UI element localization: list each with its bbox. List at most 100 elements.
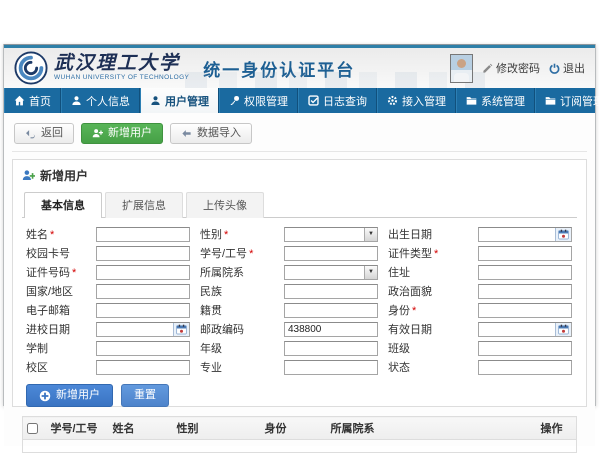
nav-item-home[interactable]: 首页: [4, 88, 61, 113]
calendar-icon[interactable]: [173, 323, 189, 336]
political-status-input[interactable]: [479, 285, 571, 298]
data-import-button[interactable]: 数据导入: [170, 123, 252, 144]
birth-date-input[interactable]: [479, 228, 555, 241]
major-input[interactable]: [285, 361, 377, 374]
home-icon: [14, 95, 25, 106]
identity-input[interactable]: [479, 304, 571, 317]
back-button[interactable]: 返回: [14, 123, 74, 144]
page-header: 武汉理工大学 WUHAN UNIVERSITY OF TECHNOLOGY 统一…: [4, 48, 595, 88]
table-empty-row: [23, 440, 577, 453]
campus-card-input[interactable]: [97, 247, 189, 260]
campus-input[interactable]: [97, 361, 189, 374]
table-header-5: 操作: [537, 417, 577, 440]
toolbar-add-user-button[interactable]: 新增用户: [81, 123, 163, 144]
campus-label: 校区: [26, 359, 86, 375]
major-field: [284, 360, 378, 375]
postal-code-label: 邮政编码: [200, 321, 274, 337]
plus-circle-icon: [39, 390, 51, 402]
class-field: [478, 341, 572, 356]
nav-item-label: 系统管理: [481, 93, 525, 109]
country-region-field: [96, 284, 190, 299]
folder-icon: [466, 95, 477, 106]
select-all-checkbox[interactable]: [27, 423, 38, 434]
import-arrow-icon: [181, 128, 192, 139]
class-input[interactable]: [479, 342, 571, 355]
table-header-2: 性别: [173, 417, 261, 440]
email-input[interactable]: [97, 304, 189, 317]
enroll-date-input[interactable]: [97, 323, 173, 336]
pencil-icon: [482, 63, 493, 74]
ethnicity-input[interactable]: [285, 285, 377, 298]
department-select: ▼: [284, 265, 378, 280]
gender-input[interactable]: [285, 228, 364, 241]
id-type-input[interactable]: [479, 247, 571, 260]
valid-date-input[interactable]: [479, 323, 555, 336]
id-number-input[interactable]: [97, 266, 189, 279]
nav-item-system-mgmt[interactable]: 系统管理: [456, 88, 535, 113]
nav-item-log-query[interactable]: 日志查询: [298, 88, 377, 113]
major-label: 专业: [200, 359, 274, 375]
user-avatar: [450, 54, 473, 83]
form-tabs: 基本信息扩展信息上传头像: [22, 191, 577, 218]
table-header-3: 身份: [261, 417, 327, 440]
browser-page: 武汉理工大学 WUHAN UNIVERSITY OF TECHNOLOGY 统一…: [3, 44, 596, 406]
tab-extended-info[interactable]: 扩展信息: [105, 192, 183, 218]
native-place-input[interactable]: [285, 304, 377, 317]
grade-field: [284, 341, 378, 356]
birth-date-date: [478, 227, 572, 242]
native-place-field: [284, 303, 378, 318]
log-icon: [308, 95, 319, 106]
chevron-down-icon[interactable]: ▼: [364, 266, 377, 279]
student-id-input[interactable]: [285, 247, 377, 260]
chevron-down-icon[interactable]: ▼: [364, 228, 377, 241]
id-number-label: 证件号码*: [26, 264, 86, 280]
identity-label: 身份*: [388, 302, 468, 318]
status-field: [478, 360, 572, 375]
nav-item-permission-mgmt[interactable]: 权限管理: [219, 88, 298, 113]
submit-add-user-button[interactable]: 新增用户: [26, 384, 113, 407]
birth-date-label: 出生日期: [388, 226, 468, 242]
campus-card-field: [96, 246, 190, 261]
nav-item-user-mgmt[interactable]: 用户管理: [140, 88, 219, 113]
postal-code-input[interactable]: [285, 323, 377, 336]
nav-item-label: 日志查询: [323, 93, 367, 109]
ethnicity-field: [284, 284, 378, 299]
country-region-label: 国家/地区: [26, 283, 86, 299]
section-title: 新增用户: [22, 167, 577, 184]
political-status-label: 政治面貌: [388, 283, 468, 299]
page-body: 返回 新增用户 数据导入 新增用户 基本信息扩展信息上传头像 姓名*性别*▼出生…: [4, 113, 595, 446]
grade-input[interactable]: [285, 342, 377, 355]
reset-button[interactable]: 重置: [121, 384, 169, 407]
valid-date-label: 有效日期: [388, 321, 468, 337]
tab-basic-info[interactable]: 基本信息: [24, 192, 102, 218]
identity-field: [478, 303, 572, 318]
nav-item-subscription-mgmt[interactable]: 订阅管理: [535, 88, 600, 113]
address-input[interactable]: [479, 266, 571, 279]
id-type-label: 证件类型*: [388, 245, 468, 261]
logout-link[interactable]: 退出: [549, 60, 585, 76]
calendar-icon[interactable]: [555, 228, 571, 241]
name-input[interactable]: [97, 228, 189, 241]
power-icon: [549, 63, 560, 74]
status-input[interactable]: [479, 361, 571, 374]
main-navbar: 首页个人信息用户管理权限管理日志查询接入管理系统管理订阅管理: [4, 88, 595, 113]
table-header-0: 学号/工号: [47, 417, 109, 440]
calendar-icon[interactable]: [555, 323, 571, 336]
university-name-cn: 武汉理工大学: [54, 54, 189, 73]
name-field: [96, 227, 190, 242]
email-field: [96, 303, 190, 318]
tab-upload-photo[interactable]: 上传头像: [186, 192, 264, 218]
nav-item-access-mgmt[interactable]: 接入管理: [377, 88, 456, 113]
country-region-input[interactable]: [97, 285, 189, 298]
user-list-table: 学号/工号姓名性别身份所属院系操作: [22, 416, 577, 453]
add-user-section-icon: [22, 169, 35, 182]
department-input[interactable]: [285, 266, 364, 279]
nav-item-profile[interactable]: 个人信息: [61, 88, 140, 113]
required-asterisk: *: [412, 305, 416, 317]
form-actions: 新增用户 重置: [22, 375, 577, 407]
schooling-length-input[interactable]: [97, 342, 189, 355]
student-id-field: [284, 246, 378, 261]
change-password-link[interactable]: 修改密码: [482, 60, 540, 76]
gear-icon: [387, 95, 398, 106]
required-asterisk: *: [50, 229, 54, 241]
